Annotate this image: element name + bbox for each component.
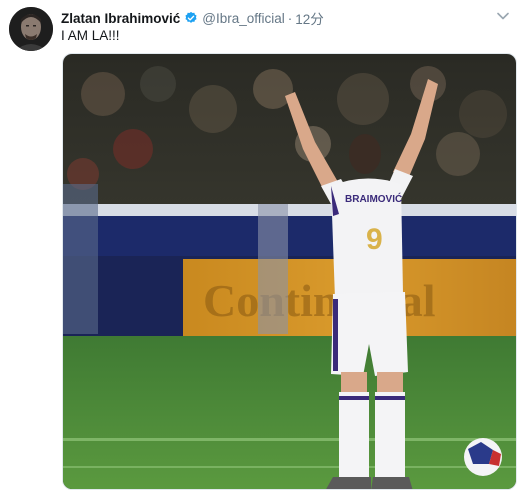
author-name[interactable]: Zlatan Ibrahimović (61, 11, 180, 26)
stadium-photo: Continental BRAIMOVIĆ 9 (63, 54, 516, 489)
avatar[interactable] (9, 7, 53, 51)
tweet-timestamp[interactable]: 12分 (295, 8, 324, 28)
author-handle[interactable]: @Ibra_official (202, 11, 285, 26)
tweet-card[interactable]: Zlatan Ibrahimović @Ibra_official · 12分 … (0, 0, 522, 502)
tweet-text: I AM LA!!! (61, 28, 120, 43)
jersey-number: 9 (366, 223, 383, 256)
avatar-image (9, 7, 53, 51)
tweet-photo[interactable]: Continental BRAIMOVIĆ 9 (62, 53, 517, 490)
separator-dot: · (287, 10, 293, 26)
verified-badge-icon (184, 11, 198, 25)
soccer-ball (464, 438, 502, 476)
jersey-name: BRAIMOVIĆ (345, 192, 402, 205)
tweet-header: Zlatan Ibrahimović @Ibra_official · 12分 (61, 8, 324, 28)
chevron-down-icon[interactable] (496, 9, 510, 23)
